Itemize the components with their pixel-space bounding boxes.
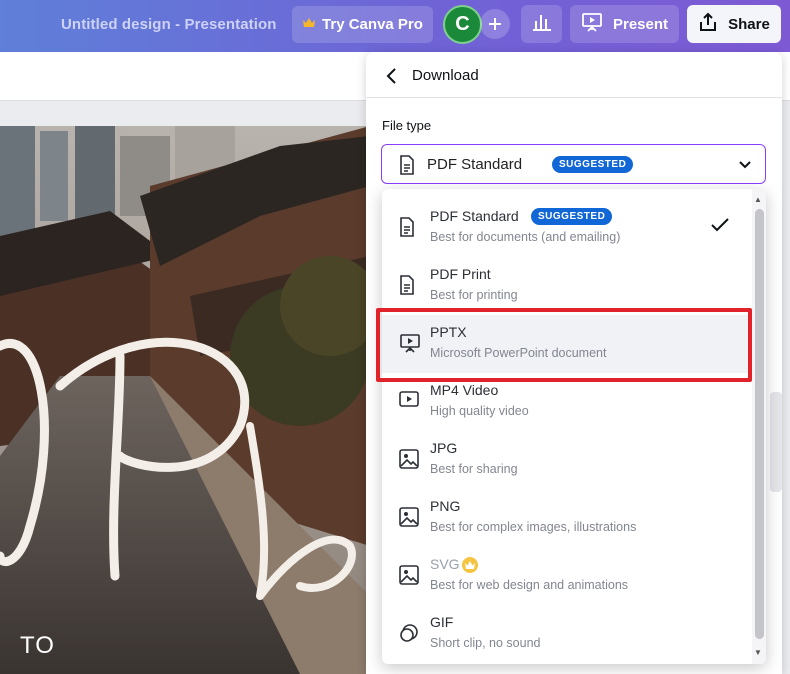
option-description: Best for documents (and emailing)	[430, 230, 621, 244]
image-icon	[399, 507, 421, 529]
crown-icon	[302, 16, 316, 33]
slide-canvas[interactable]	[0, 126, 370, 674]
image-icon	[399, 565, 421, 587]
option-description: Short clip, no sound	[430, 636, 541, 650]
share-button[interactable]: Share	[687, 5, 781, 43]
document-icon	[399, 217, 421, 239]
insights-button[interactable]	[521, 5, 562, 43]
option-gif[interactable]: GIF Short clip, no sound	[382, 605, 752, 663]
file-type-dropdown: PDF Standard SUGGESTED Best for document…	[382, 189, 766, 664]
highlight-box	[376, 308, 752, 382]
try-canva-pro-label: Try Canva Pro	[322, 16, 423, 33]
option-name: PDF Standard	[430, 208, 519, 224]
option-name: MP4 Video	[430, 382, 499, 398]
document-icon	[399, 155, 415, 180]
chevron-down-icon	[738, 157, 752, 176]
option-description: High quality video	[430, 404, 529, 418]
option-description: Best for printing	[430, 288, 518, 302]
checkmark-icon	[710, 217, 730, 238]
slide-background-image	[0, 126, 370, 674]
gif-icon	[399, 623, 421, 645]
plus-icon	[488, 11, 502, 37]
scroll-up-icon[interactable]: ▲	[754, 195, 762, 204]
suggested-badge: SUGGESTED	[552, 156, 634, 173]
top-bar: Untitled design - Presentation Try Canva…	[0, 0, 790, 52]
presentation-icon	[581, 12, 603, 36]
try-canva-pro-button[interactable]: Try Canva Pro	[292, 6, 433, 43]
panel-title: Download	[412, 67, 479, 84]
present-button[interactable]: Present	[570, 5, 679, 43]
option-name: JPG	[430, 440, 458, 456]
option-pdf-standard[interactable]: PDF Standard SUGGESTED Best for document…	[382, 199, 752, 257]
slide-text: TO	[20, 632, 55, 659]
panel-scrollbar[interactable]	[770, 392, 782, 492]
option-svg[interactable]: SVG Best for web design and animations	[382, 547, 752, 605]
add-collaborator-button[interactable]	[480, 9, 510, 39]
file-type-select[interactable]: PDF Standard SUGGESTED	[381, 144, 766, 184]
option-png[interactable]: PNG Best for complex images, illustratio…	[382, 489, 752, 547]
option-name: PDF Print	[430, 266, 491, 282]
present-label: Present	[612, 15, 669, 33]
avatar[interactable]: C	[443, 5, 482, 44]
option-description: Best for sharing	[430, 462, 518, 476]
option-name: PNG	[430, 498, 461, 514]
panel-header: Download	[366, 52, 782, 98]
document-icon	[399, 275, 421, 297]
option-name: SVG	[430, 556, 460, 572]
share-icon	[698, 12, 718, 36]
option-description: Best for complex images, illustrations	[430, 520, 637, 534]
bar-chart-icon	[532, 13, 552, 36]
image-icon	[399, 449, 421, 471]
share-label: Share	[728, 15, 770, 33]
scroll-down-icon[interactable]: ▼	[754, 648, 762, 657]
option-jpg[interactable]: JPG Best for sharing	[382, 431, 752, 489]
document-title[interactable]: Untitled design - Presentation	[61, 16, 277, 33]
video-icon	[399, 391, 421, 413]
file-type-label: File type	[382, 118, 432, 133]
option-description: Best for web design and animations	[430, 578, 629, 592]
chevron-left-icon[interactable]	[382, 66, 402, 86]
option-pdf-print[interactable]: PDF Print Best for printing	[382, 257, 752, 315]
file-type-value: PDF Standard	[427, 156, 523, 173]
option-name: GIF	[430, 614, 454, 630]
dropdown-scrollbar-thumb[interactable]	[755, 209, 764, 639]
crown-icon	[461, 556, 479, 579]
suggested-badge: SUGGESTED	[531, 208, 613, 225]
